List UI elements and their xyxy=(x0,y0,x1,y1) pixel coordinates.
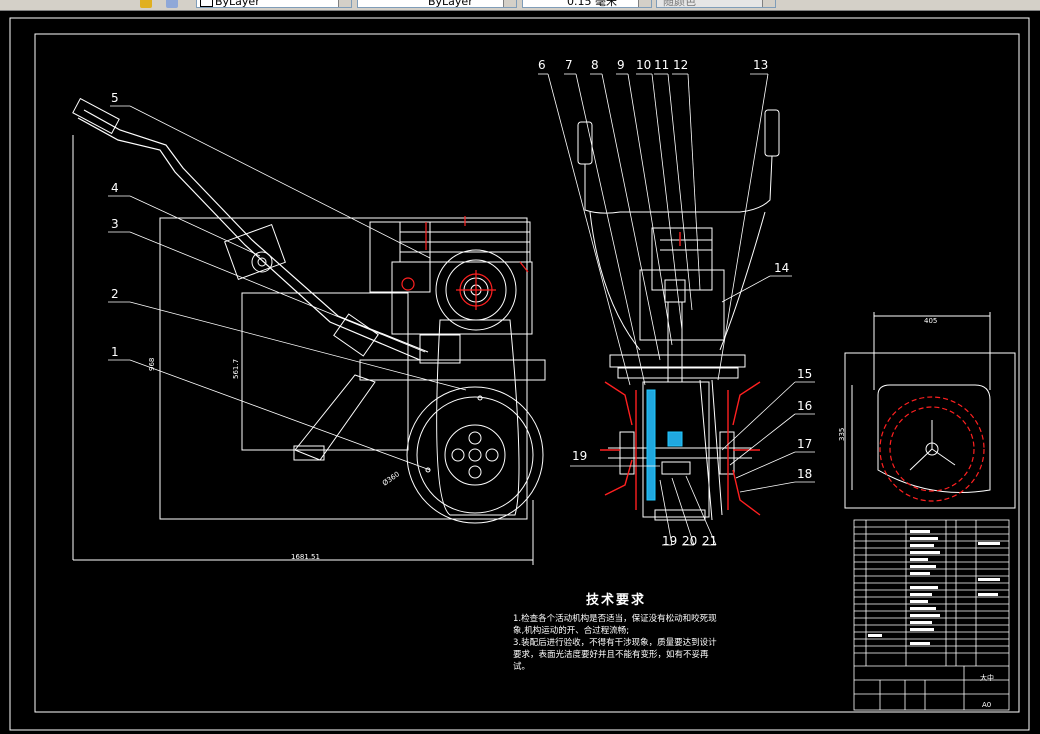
tech-requirement-line: 1.检查各个活动机构是否适当，保证没有松动和咬死现 xyxy=(513,614,717,624)
chevron-down-icon[interactable] xyxy=(503,0,516,7)
title-block-scale: A0 xyxy=(982,701,992,709)
title-block-name: 大中 xyxy=(980,674,994,682)
lineweight-combo[interactable]: 0.15 毫米 xyxy=(522,0,652,8)
part-number-20: 20 xyxy=(682,534,698,548)
linetype-combo-value: ByLayer xyxy=(428,0,473,8)
part-number-19: 19 xyxy=(662,534,678,548)
part-number-2: 2 xyxy=(111,287,119,301)
part-number-7: 7 xyxy=(565,58,573,72)
part-number-4: 4 xyxy=(111,181,119,195)
color-combo[interactable]: ByLayer xyxy=(196,0,352,8)
tech-requirement-line: 要求，表面光洁度要好并且不能有变形，如有不妥再 xyxy=(513,650,709,660)
dimension-side-width: 405 xyxy=(924,317,938,325)
side-view xyxy=(72,97,546,565)
color-combo-value: ByLayer xyxy=(215,0,260,8)
part-number-5: 5 xyxy=(111,91,119,105)
part-number-12: 12 xyxy=(673,58,689,72)
part-number-15: 15 xyxy=(797,367,813,381)
plotstyle-combo-value: 随颜色 xyxy=(663,0,696,8)
part-number-19-left: 19 xyxy=(572,449,588,463)
part-number-18: 18 xyxy=(797,467,813,481)
part-number-1: 1 xyxy=(111,345,119,359)
part-number-16: 16 xyxy=(797,399,813,413)
properties-toolbar: ByLayer ByLayer 0.15 毫米 随颜色 xyxy=(0,0,1040,11)
part-number-3: 3 xyxy=(111,217,119,231)
part-number-6: 6 xyxy=(538,58,546,72)
part-number-21: 21 xyxy=(702,534,718,548)
parts-list-fill xyxy=(868,530,1000,645)
lineweight-combo-value: 0.15 毫米 xyxy=(567,0,617,8)
detail-view xyxy=(844,312,1016,509)
layer-state-icon[interactable] xyxy=(140,0,152,8)
color-swatch-icon xyxy=(200,0,213,7)
linetype-combo[interactable]: ByLayer xyxy=(357,0,517,8)
drawing-canvas[interactable]: 5 4 3 2 1 6 7 8 9 10 11 12 13 14 15 16 1… xyxy=(0,11,1040,734)
chevron-down-icon[interactable] xyxy=(338,0,351,7)
tech-requirement-line: 试。 xyxy=(513,662,531,672)
dimension-height-inner: 561.7 xyxy=(232,358,240,379)
front-view-cyan xyxy=(646,389,683,501)
tech-requirements-title: 技术要求 xyxy=(586,593,647,608)
part-number-13: 13 xyxy=(753,58,769,72)
part-number-11: 11 xyxy=(654,58,670,72)
part-number-14: 14 xyxy=(774,261,790,275)
front-view-red xyxy=(600,232,761,516)
chevron-down-icon[interactable] xyxy=(638,0,651,7)
chevron-down-icon[interactable] xyxy=(762,0,775,7)
tech-requirement-line: 3.装配后进行验收，不得有干涉现象，质量要达到设计 xyxy=(513,638,717,648)
plotstyle-combo[interactable]: 随颜色 xyxy=(656,0,776,8)
front-view xyxy=(577,109,780,521)
part-number-9: 9 xyxy=(617,58,625,72)
dimension-height-outer: 968 xyxy=(148,357,156,371)
part-number-8: 8 xyxy=(591,58,599,72)
layer-previous-icon[interactable] xyxy=(166,0,178,8)
part-number-10: 10 xyxy=(636,58,652,72)
dimension-width: 1681.51 xyxy=(291,553,320,561)
tech-requirement-line: 象,机构运动的开、合过程流畅; xyxy=(513,626,630,636)
dimension-side-height: 335 xyxy=(838,427,846,441)
part-number-17: 17 xyxy=(797,437,813,451)
